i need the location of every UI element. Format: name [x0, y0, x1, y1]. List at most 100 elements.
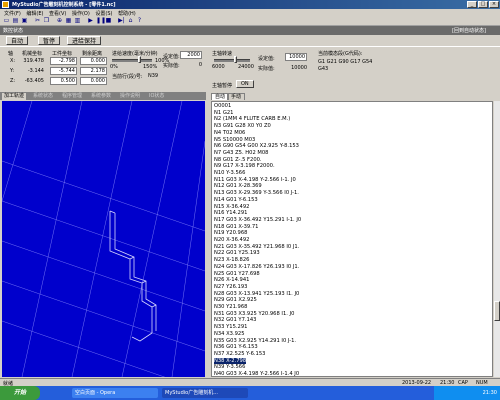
gcode-line[interactable]: N26 X-14.941: [214, 277, 249, 283]
copy-icon[interactable]: ❐: [43, 17, 50, 24]
gcode-line[interactable]: N17 G03 X-36.492 Y15.291 I-1. J0: [214, 217, 301, 223]
tab-instructions[interactable]: 操作说明: [118, 93, 142, 100]
gcode-line[interactable]: N22 G01 Y25.193: [214, 250, 260, 256]
new-file-icon[interactable]: ▭: [3, 17, 10, 24]
gcode-line[interactable]: N18 G01 X-39.71: [214, 224, 258, 230]
tab-manual[interactable]: 手动: [227, 93, 246, 100]
start-button[interactable]: 开始: [0, 386, 40, 400]
pause-icon[interactable]: ❚❚: [96, 17, 106, 24]
feed-hold-button[interactable]: 进给保持: [67, 36, 102, 45]
spindle-slider-thumb[interactable]: [234, 56, 237, 63]
gcode-line[interactable]: N13 G03 X-29.369 Y-3.566 I0 J-1.: [214, 190, 299, 196]
gcode-line[interactable]: N5 S10000 M03: [214, 137, 255, 143]
task-mystudio[interactable]: MyStudio广告雕刻机...: [162, 388, 248, 398]
axis-z-label: Z:: [10, 78, 16, 84]
gcode-line[interactable]: N38 X-2.798: [214, 357, 247, 364]
gcode-line[interactable]: N1 G21: [214, 110, 233, 116]
step-icon[interactable]: ▶|: [118, 17, 125, 24]
tab-program-manage[interactable]: 程序管理: [60, 93, 84, 100]
gcode-line[interactable]: N8 G01 Z-.5 F200.: [214, 157, 262, 163]
gcode-line[interactable]: N4 T02 M06: [214, 130, 245, 136]
gcode-line[interactable]: N19 Y20.968: [214, 230, 247, 236]
z-machine-value: -63.405: [24, 78, 44, 84]
gcode-line[interactable]: N11 G03 X-4.198 Y-2.566 I-1. J0: [214, 177, 296, 183]
zoom-icon[interactable]: ⊕: [56, 17, 63, 24]
stop-icon[interactable]: ■: [105, 17, 112, 24]
tab-toolpath[interactable]: 加工轨迹: [2, 93, 27, 100]
gcode-line[interactable]: N10 Y-3.566: [214, 170, 245, 176]
control-status-strip: 数控状态 [回到自动状态]: [0, 26, 500, 35]
current-line-value: N39: [148, 73, 159, 79]
gcode-line[interactable]: N23 X-18.826: [214, 257, 249, 263]
gcode-line[interactable]: N28 G03 X-13.941 Y25.193 I1. J0: [214, 291, 299, 297]
toolpath-viewport[interactable]: [1, 100, 206, 392]
status-strip-state: [回到自动状态]: [452, 28, 486, 34]
gcode-line[interactable]: N9 G17 X-3.198 F2000.: [214, 163, 275, 169]
gcode-line[interactable]: N36 G01 Y-6.153: [214, 344, 258, 350]
y-machine-value: -3.144: [27, 68, 44, 74]
left-tab-bar: 加工轨迹 系统状态 程序管理 系统参数 操作说明 IO状态: [0, 92, 206, 100]
spindle-actual-label: 实际值:: [258, 66, 275, 72]
gcode-state-line2: G43: [318, 66, 329, 72]
save-icon[interactable]: ▣: [21, 17, 28, 24]
maximize-button[interactable]: □: [478, 1, 488, 8]
gcode-line[interactable]: N12 G01 X-28.369: [214, 183, 262, 189]
gcode-list[interactable]: O0001 N1 G21 N2 (1MM 4 FLUTE CARB E.M.) N3 …: [211, 101, 493, 377]
spindle-scale-max: 24000: [238, 64, 254, 70]
pause-button[interactable]: 暂停: [38, 36, 61, 45]
home-icon[interactable]: ⌂: [127, 17, 134, 24]
gcode-line[interactable]: N24 G03 X-17.826 Y26.193 I0 J1.: [214, 264, 299, 270]
minimize-button[interactable]: _: [467, 1, 477, 8]
feed-actual-value: 0: [198, 62, 202, 68]
help-icon[interactable]: ?: [136, 17, 143, 24]
gcode-line[interactable]: N39 Y-3.566: [214, 364, 245, 370]
spindle-set-input[interactable]: 10000: [285, 53, 307, 61]
feed-set-input[interactable]: 2000: [180, 51, 202, 59]
grid-icon[interactable]: ▦: [65, 17, 72, 24]
chart-icon[interactable]: ▥: [74, 17, 81, 24]
tab-io-status[interactable]: IO状态: [147, 93, 166, 100]
gcode-line[interactable]: N27 Y26.193: [214, 284, 247, 290]
feed-override-slider[interactable]: [112, 56, 152, 63]
gcode-line[interactable]: N6 G90 G54 G00 X2.925 Y-8.153: [214, 143, 299, 149]
gcode-line[interactable]: N37 X2.525 Y-6.153: [214, 351, 265, 357]
gcode-line[interactable]: N15 X-36.492: [214, 204, 249, 210]
task-opera[interactable]: 空白页面 - Opera: [72, 388, 158, 398]
gcode-line[interactable]: N3 G91 G28 X0 Y0 Z0: [214, 123, 271, 129]
gcode-line[interactable]: N20 X-36.492: [214, 237, 249, 243]
close-button[interactable]: ×: [489, 1, 499, 8]
feed-scale-max: 150%: [143, 64, 158, 70]
gcode-line[interactable]: O0001: [214, 103, 231, 109]
gcode-line[interactable]: N7 G43 Z5. H02 M08: [214, 150, 268, 156]
feed-slider-thumb[interactable]: [138, 56, 141, 63]
gcode-line[interactable]: N2 (1MM 4 FLUTE CARB E.M.): [214, 116, 290, 122]
gcode-state-line1: G1 G21 G90 G17 G54: [318, 59, 373, 65]
gcode-line[interactable]: N29 G01 X2.925: [214, 297, 257, 303]
open-folder-icon[interactable]: ▤: [12, 17, 19, 24]
menu-bar: 文件(F) 编辑(E) 查看(V) 操作(O) 设置(S) 帮助(H): [0, 9, 500, 17]
spindle-speed-slider[interactable]: [214, 56, 250, 63]
gcode-line[interactable]: N25 G01 Y27.698: [214, 271, 260, 277]
gcode-scrollbar[interactable]: [494, 101, 500, 377]
gcode-line[interactable]: N34 X3.925: [214, 331, 245, 337]
gcode-line[interactable]: N33 Y15.291: [214, 324, 247, 330]
gcode-line[interactable]: N21 G03 X-35.492 Y21.968 I0 J1.: [214, 244, 299, 250]
axis-x-label: X:: [10, 58, 16, 64]
gcode-line[interactable]: N35 G03 X2.925 Y14.291 I0 J-1.: [214, 338, 296, 344]
gcode-line[interactable]: N16 Y14.291: [214, 210, 247, 216]
gcode-line[interactable]: N40 G03 X-4.198 Y-2.566 I-1.4 J0: [214, 371, 299, 376]
gcode-line[interactable]: N31 G03 X3.925 Y20.968 I1. J0: [214, 311, 294, 317]
tray-clock: 21:30: [482, 390, 497, 396]
cut-icon[interactable]: ✂: [34, 17, 41, 24]
gcode-line[interactable]: N30 Y21.968: [214, 304, 247, 310]
tab-system-status[interactable]: 系统状态: [31, 93, 55, 100]
gcode-line[interactable]: N32 G01 Y7.143: [214, 317, 256, 323]
machine-info-panel: 轴 机械坐标 工件坐标 剩余距离 X: 319.478 -2.798 0.000…: [0, 46, 500, 93]
tab-system-params[interactable]: 系统参数: [89, 93, 113, 100]
y-work-value: -5.744: [50, 67, 77, 75]
play-icon[interactable]: ▶: [87, 17, 94, 24]
scrollbar-thumb[interactable]: [494, 301, 500, 321]
auto-mode-button[interactable]: 自动: [6, 36, 29, 45]
gcode-line[interactable]: N14 G01 Y-6.153: [214, 197, 258, 203]
spindle-on-button[interactable]: ON: [236, 80, 254, 88]
